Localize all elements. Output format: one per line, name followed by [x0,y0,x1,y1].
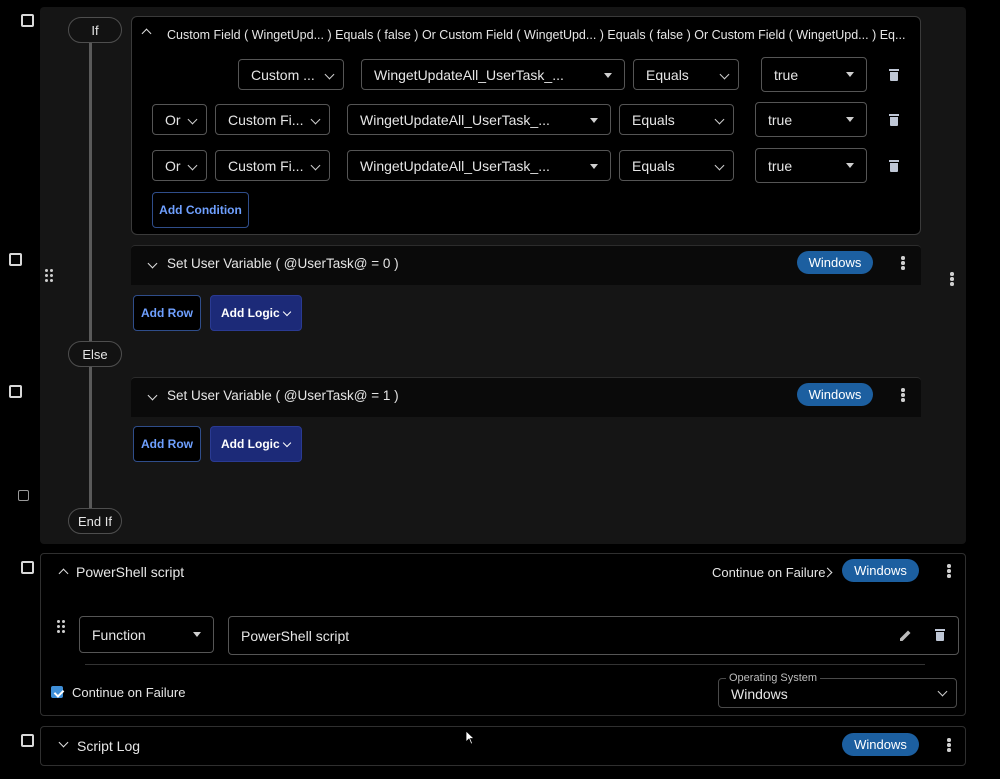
else-label: Else [82,346,108,362]
row-select-checkbox-then[interactable] [9,253,22,266]
then-action-row[interactable]: Set User Variable ( @UserTask@ = 0 ) Win… [131,245,921,285]
else-action-label: Set User Variable ( @UserTask@ = 1 ) [167,388,399,403]
else-row-more-icon[interactable] [901,388,905,402]
then-row-more-icon[interactable] [901,256,905,270]
condition-3-value-select[interactable]: true [755,148,867,183]
expand-chevron-icon[interactable] [58,737,69,748]
powershell-more-icon[interactable] [947,564,951,578]
condition-3-operator-select[interactable]: Equals [619,150,734,181]
add-logic-button-else[interactable]: Add Logic [210,426,302,462]
expand-chevron-icon[interactable] [147,258,158,269]
condition-3-type-select[interactable]: Custom Fi... [215,150,330,181]
condition-3-logic-select[interactable]: Or [152,150,207,181]
condition-1-field-select[interactable]: WingetUpdateAll_UserTask_... [361,59,625,90]
condition-1-value-select[interactable]: true [761,57,867,92]
add-row-button-then[interactable]: Add Row [133,295,201,331]
row-select-checkbox-scriptlog[interactable] [21,734,34,747]
operating-system-label: Operating System [726,672,821,684]
script-log-more-icon[interactable] [947,738,951,752]
add-logic-button-then[interactable]: Add Logic [210,295,302,331]
condition-2-value-select[interactable]: true [755,102,867,137]
script-name-field[interactable]: PowerShell script [228,616,959,655]
else-os-badge: Windows [797,383,873,406]
function-select[interactable]: Function [79,616,214,653]
continue-on-failure-label: Continue on Failure [72,685,186,700]
condition-summary: Custom Field ( WingetUpd... ) Equals ( f… [167,28,906,42]
row-select-checkbox-else[interactable] [9,385,22,398]
script-log-block: Script Log Windows [40,726,966,766]
condition-2-field-select[interactable]: WingetUpdateAll_UserTask_... [347,104,611,135]
if-pill: If [68,17,122,43]
if-label: If [91,22,99,38]
else-pill: Else [68,341,122,367]
drag-handle-icon[interactable] [57,620,66,634]
row-select-checkbox-if[interactable] [21,14,34,27]
collapse-chevron-icon[interactable] [58,568,69,579]
powershell-block: PowerShell script Continue on Failure Wi… [40,553,966,716]
add-row-button-else[interactable]: Add Row [133,426,201,462]
if-rail [89,38,92,509]
mouse-cursor-icon [466,731,475,745]
delete-script-icon[interactable] [935,629,945,641]
expand-chevron-icon[interactable] [147,390,158,401]
then-action-label: Set User Variable ( @UserTask@ = 0 ) [167,256,399,271]
delete-condition-2-icon[interactable] [889,114,899,126]
then-os-badge: Windows [797,251,873,274]
if-block-more-icon[interactable] [950,272,954,286]
powershell-title: PowerShell script [76,564,185,580]
add-condition-button[interactable]: Add Condition [152,192,249,228]
drag-handle-icon[interactable] [45,269,54,283]
end-if-pill: End If [68,508,122,534]
edit-pencil-icon[interactable] [898,628,913,643]
condition-3-field-select[interactable]: WingetUpdateAll_UserTask_... [347,150,611,181]
row-select-checkbox-powershell[interactable] [21,561,34,574]
else-action-row[interactable]: Set User Variable ( @UserTask@ = 1 ) Win… [131,377,921,417]
divider [85,664,925,665]
script-log-os-badge: Windows [842,733,919,756]
end-if-label: End If [78,513,112,529]
powershell-os-badge: Windows [842,559,919,582]
continue-on-failure-link[interactable]: Continue on Failure [712,565,825,580]
script-log-title: Script Log [77,738,141,754]
condition-2-operator-select[interactable]: Equals [619,104,734,135]
chevron-down-icon [282,438,292,448]
condition-2-logic-select[interactable]: Or [152,104,207,135]
condition-1-operator-select[interactable]: Equals [633,59,739,90]
delete-condition-1-icon[interactable] [889,69,899,81]
delete-condition-3-icon[interactable] [889,160,899,172]
chevron-down-icon [282,307,292,317]
row-select-checkbox-endif[interactable] [18,490,29,501]
condition-1-type-select[interactable]: Custom ... [238,59,344,90]
collapse-chevron-icon[interactable] [141,28,152,39]
condition-2-type-select[interactable]: Custom Fi... [215,104,330,135]
continue-on-failure-checkbox[interactable] [51,686,63,698]
